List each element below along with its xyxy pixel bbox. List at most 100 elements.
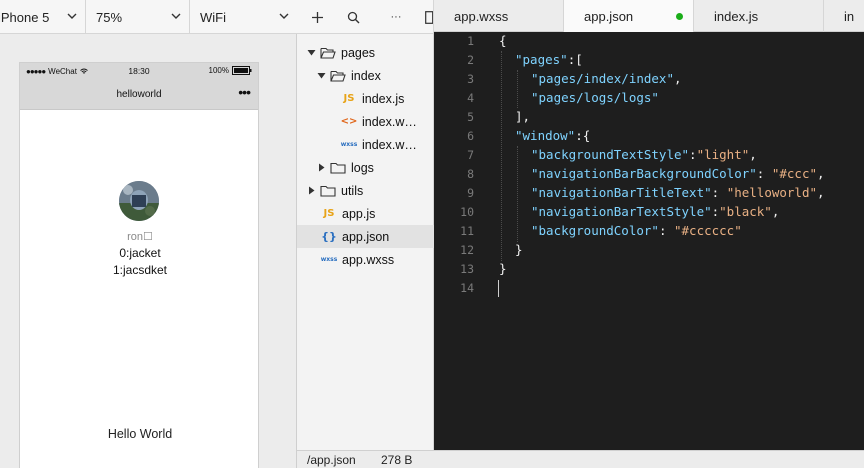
zoom-select-value: 75% [96, 9, 123, 25]
caret-right-icon [309, 186, 315, 195]
code-line: } [515, 242, 523, 257]
tree-file-app-wxss[interactable]: wxss app.wxss [297, 248, 434, 271]
code-line: "backgroundColor": "#cccccc" [531, 223, 742, 238]
device-select[interactable]: iPhone 5 [0, 0, 86, 34]
code-line: "backgroundTextStyle":"light", [531, 147, 757, 162]
simulator-toolbar: iPhone 5 75% WiFi [0, 0, 297, 34]
folder-open-icon [320, 47, 336, 59]
search-button[interactable] [345, 9, 361, 25]
tab-label: app.json [584, 8, 634, 24]
tab-app-json[interactable]: app.json [564, 0, 694, 32]
tab-index-truncated[interactable]: in [824, 0, 864, 32]
line-number: 11 [460, 224, 474, 238]
network-select-value: WiFi [200, 9, 226, 25]
js-file-icon: JS [343, 93, 355, 104]
search-icon [347, 11, 359, 23]
tree-file-app-js[interactable]: JS app.js [297, 202, 434, 225]
phone-status-bar: ●●●●● WeChat 18:30 100% [20, 63, 258, 79]
tree-item-label: index.js [362, 91, 405, 106]
more-options-icon[interactable]: ··· [388, 9, 404, 25]
indent-guide [517, 70, 518, 108]
tree-item-label: index.w… [362, 137, 417, 152]
tree-item-label: index.w… [362, 114, 417, 129]
modified-dot-icon [676, 13, 683, 20]
tree-folder-logs[interactable]: logs [297, 156, 434, 179]
hello-world-text: Hello World [107, 427, 173, 441]
line-number: 13 [460, 262, 474, 276]
code-line: "pages/logs/logs" [531, 90, 659, 105]
layout-toggle-icon[interactable] [424, 9, 434, 25]
phone-screen: ●●●●● WeChat 18:30 100% helloworld ••• r… [19, 62, 259, 468]
line-number: 2 [467, 53, 474, 67]
battery-percent: 100% [208, 66, 229, 75]
wxml-file-icon: <> [340, 116, 358, 127]
wxss-file-icon: wxss [320, 256, 338, 263]
tree-file-app-json[interactable]: {} app.json [297, 225, 434, 248]
line-number: 8 [467, 167, 474, 181]
tree-file-index-wxss[interactable]: wxss index.w… [297, 133, 434, 156]
tab-label: app.wxss [454, 8, 509, 24]
tree-folder-index[interactable]: index [297, 64, 434, 87]
tab-label: index.js [714, 8, 759, 24]
tree-item-label: index [351, 68, 381, 83]
code-line: "pages/index/index", [531, 71, 682, 86]
code-line: "navigationBarTextStyle":"black", [531, 204, 780, 219]
file-tree-panel: ··· pages index JS index.js <> index.w… … [297, 0, 434, 468]
indent-guide [517, 146, 518, 242]
caret-right-icon [319, 163, 325, 172]
indent-guide [501, 51, 502, 261]
more-menu-icon[interactable]: ••• [238, 85, 251, 99]
folder-icon [320, 185, 336, 197]
code-line: "window":{ [515, 128, 591, 143]
avatar[interactable] [119, 181, 159, 221]
line-number: 10 [460, 205, 474, 219]
add-file-button[interactable] [309, 9, 325, 25]
line-number: 1 [467, 34, 474, 48]
line-number: 3 [467, 72, 474, 86]
js-file-icon: JS [323, 208, 335, 219]
tree-item-label: pages [341, 45, 376, 60]
list-item: 1:jacsdket [112, 263, 168, 277]
nav-title: helloworld [116, 88, 162, 100]
tree-item-label: utils [341, 183, 364, 198]
page-content: ron☐ 0:jacket 1:jacsdket Hello World [20, 110, 258, 467]
network-select[interactable]: WiFi [190, 0, 297, 34]
caret-down-icon [317, 73, 326, 79]
tree-item-label: app.wxss [342, 252, 395, 267]
code-line: } [499, 261, 507, 276]
phone-nav-bar: helloworld ••• [20, 79, 258, 110]
tab-label: in [844, 8, 855, 24]
file-path: /app.json [307, 453, 356, 467]
text-cursor [498, 280, 499, 297]
avatar-image [119, 181, 159, 221]
code-line: ], [515, 109, 531, 124]
line-number: 12 [460, 243, 474, 257]
editor-status-bar: /app.json 278 B [297, 450, 864, 468]
code-area[interactable]: 1 2 3 4 5 6 7 8 9 10 11 12 13 14 { "page… [434, 32, 864, 450]
editor-tab-bar: app.wxss app.json index.js in [434, 0, 864, 32]
simulator-panel: iPhone 5 75% WiFi ●●●●● WeChat 18:30 100… [0, 0, 297, 468]
tree-file-index-js[interactable]: JS index.js [297, 87, 434, 110]
line-number: 7 [467, 148, 474, 162]
tab-app-wxss[interactable]: app.wxss [434, 0, 564, 32]
code-editor: app.wxss app.json index.js in 1 2 3 4 5 … [434, 0, 864, 450]
folder-open-icon [330, 70, 346, 82]
tree-file-index-wxml[interactable]: <> index.w… [297, 110, 434, 133]
zoom-select[interactable]: 75% [86, 0, 190, 34]
line-number: 14 [460, 281, 474, 295]
nickname: ron☐ [127, 231, 153, 243]
line-number: 4 [467, 91, 474, 105]
line-number: 5 [467, 110, 474, 124]
tree-folder-pages[interactable]: pages [297, 41, 434, 64]
plus-icon [311, 11, 323, 23]
chevron-down-icon [67, 13, 77, 19]
line-number: 9 [467, 186, 474, 200]
device-select-value: iPhone 5 [0, 9, 50, 25]
list-item: 0:jacket [119, 246, 161, 260]
tree-folder-utils[interactable]: utils [297, 179, 434, 202]
tab-index-js[interactable]: index.js [694, 0, 824, 32]
file-tree-toolbar: ··· [297, 0, 433, 34]
chevron-down-icon [171, 13, 181, 19]
battery-icon [232, 66, 252, 75]
code-line: { [499, 33, 507, 48]
